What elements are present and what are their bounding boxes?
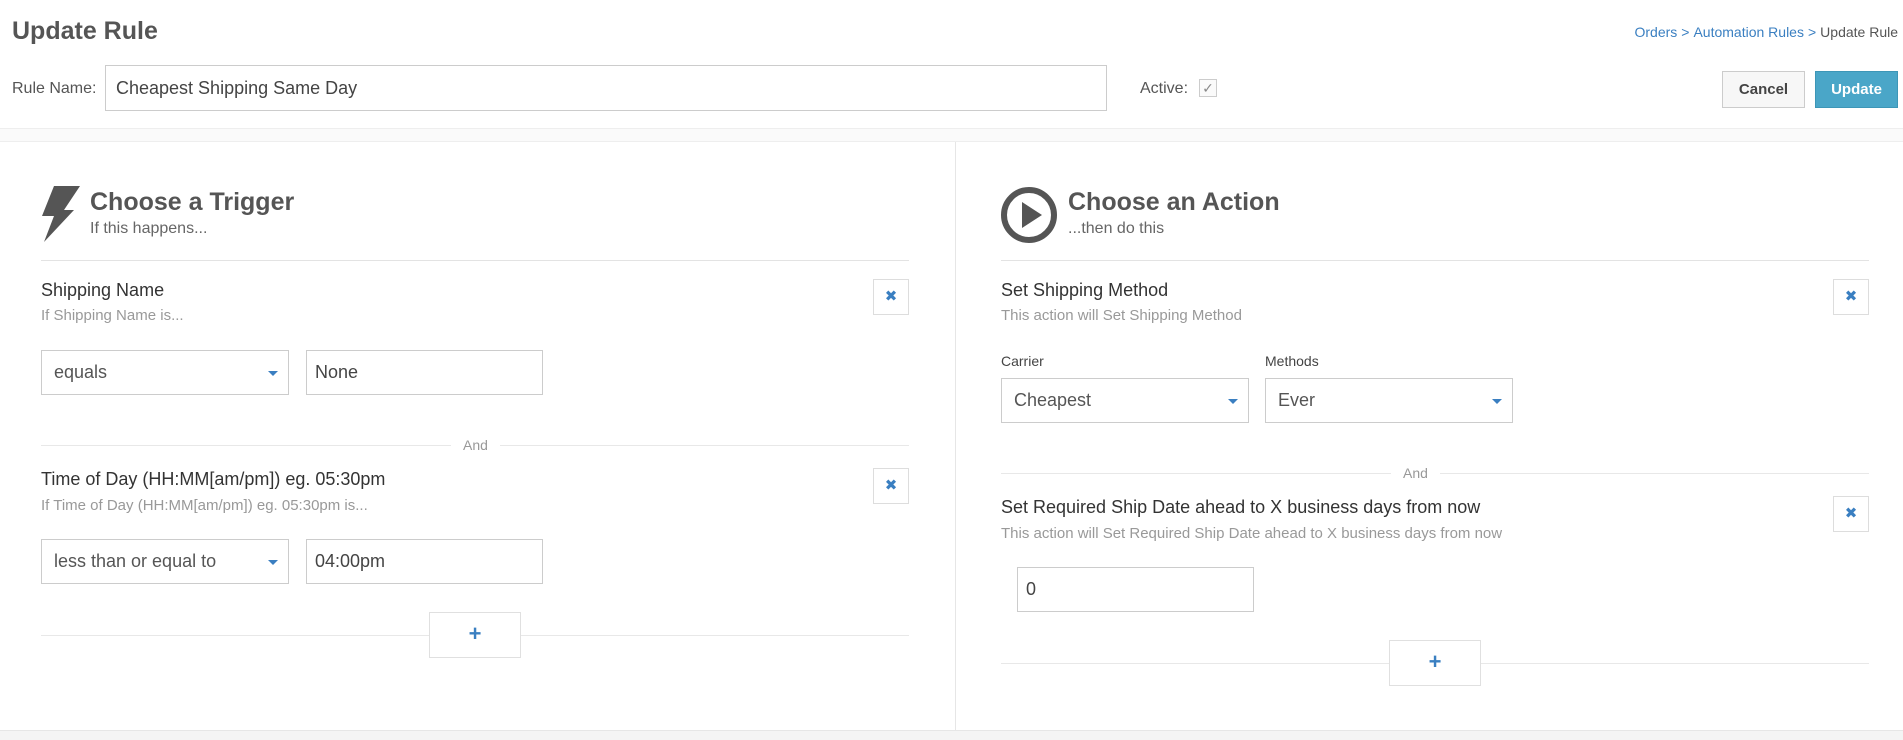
panel-divider — [955, 142, 956, 732]
caret-down-icon — [268, 560, 278, 565]
action-item-title: Set Shipping Method — [1001, 280, 1169, 300]
remove-condition-button[interactable]: ✖ — [873, 279, 909, 315]
add-action-button[interactable]: + — [1389, 640, 1481, 686]
condition-title: Time of Day (HH:MM[am/pm]) eg. 05:30pm — [41, 469, 386, 489]
operator-select-value: equals — [54, 362, 108, 382]
plus-icon: + — [1428, 649, 1442, 674]
remove-condition-button[interactable]: ✖ — [873, 468, 909, 504]
condition-value-input[interactable] — [306, 350, 543, 395]
condition-title: Shipping Name — [41, 280, 165, 300]
condition-description: If Shipping Name is... — [41, 307, 184, 324]
and-label: And — [451, 437, 500, 453]
remove-action-button[interactable]: ✖ — [1833, 279, 1869, 315]
trigger-title: Choose a Trigger — [90, 188, 295, 216]
trigger-subtitle: If this happens... — [90, 220, 208, 237]
business-days-input[interactable] — [1017, 567, 1254, 612]
rule-name-input[interactable] — [105, 65, 1107, 111]
carrier-select[interactable]: Cheapest — [1001, 378, 1249, 423]
carrier-label: Carrier — [1001, 353, 1044, 369]
close-icon: ✖ — [884, 288, 898, 305]
active-label: Active: — [1140, 80, 1189, 97]
carrier-select-value: Cheapest — [1014, 390, 1092, 410]
action-subtitle: ...then do this — [1068, 220, 1165, 237]
header-divider — [0, 128, 1903, 142]
page-title: Update Rule — [12, 17, 158, 45]
add-condition-button[interactable]: + — [429, 612, 521, 658]
breadcrumb: Orders > Automation Rules > Update Rule — [1634, 24, 1898, 40]
condition-description: If Time of Day (HH:MM[am/pm]) eg. 05:30p… — [41, 497, 368, 514]
update-button[interactable]: Update — [1815, 71, 1898, 108]
action-item-description: This action will Set Shipping Method — [1001, 307, 1242, 324]
methods-select[interactable]: Ever — [1265, 378, 1513, 423]
action-header-rule — [1001, 260, 1869, 261]
checkmark-icon: ✓ — [1202, 80, 1214, 96]
breadcrumb-automation-rules-link[interactable]: Automation Rules — [1693, 24, 1804, 40]
play-circle-icon — [1001, 187, 1057, 243]
operator-select-value: less than or equal to — [54, 551, 217, 571]
action-item-title: Set Required Ship Date ahead to X busine… — [1001, 497, 1481, 517]
methods-label: Methods — [1265, 353, 1319, 369]
breadcrumb-separator: > — [1681, 24, 1690, 40]
condition-value-input[interactable] — [306, 539, 543, 584]
and-label: And — [1391, 465, 1440, 481]
close-icon: ✖ — [884, 477, 898, 494]
caret-down-icon — [1228, 399, 1238, 404]
close-icon: ✖ — [1844, 505, 1858, 522]
footer-band — [0, 730, 1903, 740]
action-title: Choose an Action — [1068, 188, 1280, 216]
trigger-header-rule — [41, 260, 909, 261]
lightning-icon — [42, 186, 80, 242]
breadcrumb-orders-link[interactable]: Orders — [1634, 24, 1677, 40]
rule-name-label: Rule Name: — [12, 80, 97, 97]
operator-select[interactable]: less than or equal to — [41, 539, 289, 584]
breadcrumb-current: Update Rule — [1820, 24, 1898, 40]
methods-select-value: Ever — [1278, 390, 1316, 410]
close-icon: ✖ — [1844, 288, 1858, 305]
remove-action-button[interactable]: ✖ — [1833, 496, 1869, 532]
action-item-description: This action will Set Required Ship Date … — [1001, 525, 1503, 542]
cancel-button[interactable]: Cancel — [1722, 71, 1805, 108]
plus-icon: + — [468, 621, 482, 646]
breadcrumb-separator: > — [1807, 24, 1817, 40]
caret-down-icon — [1492, 399, 1502, 404]
operator-select[interactable]: equals — [41, 350, 289, 395]
active-checkbox[interactable]: ✓ — [1199, 79, 1217, 97]
caret-down-icon — [268, 371, 278, 376]
